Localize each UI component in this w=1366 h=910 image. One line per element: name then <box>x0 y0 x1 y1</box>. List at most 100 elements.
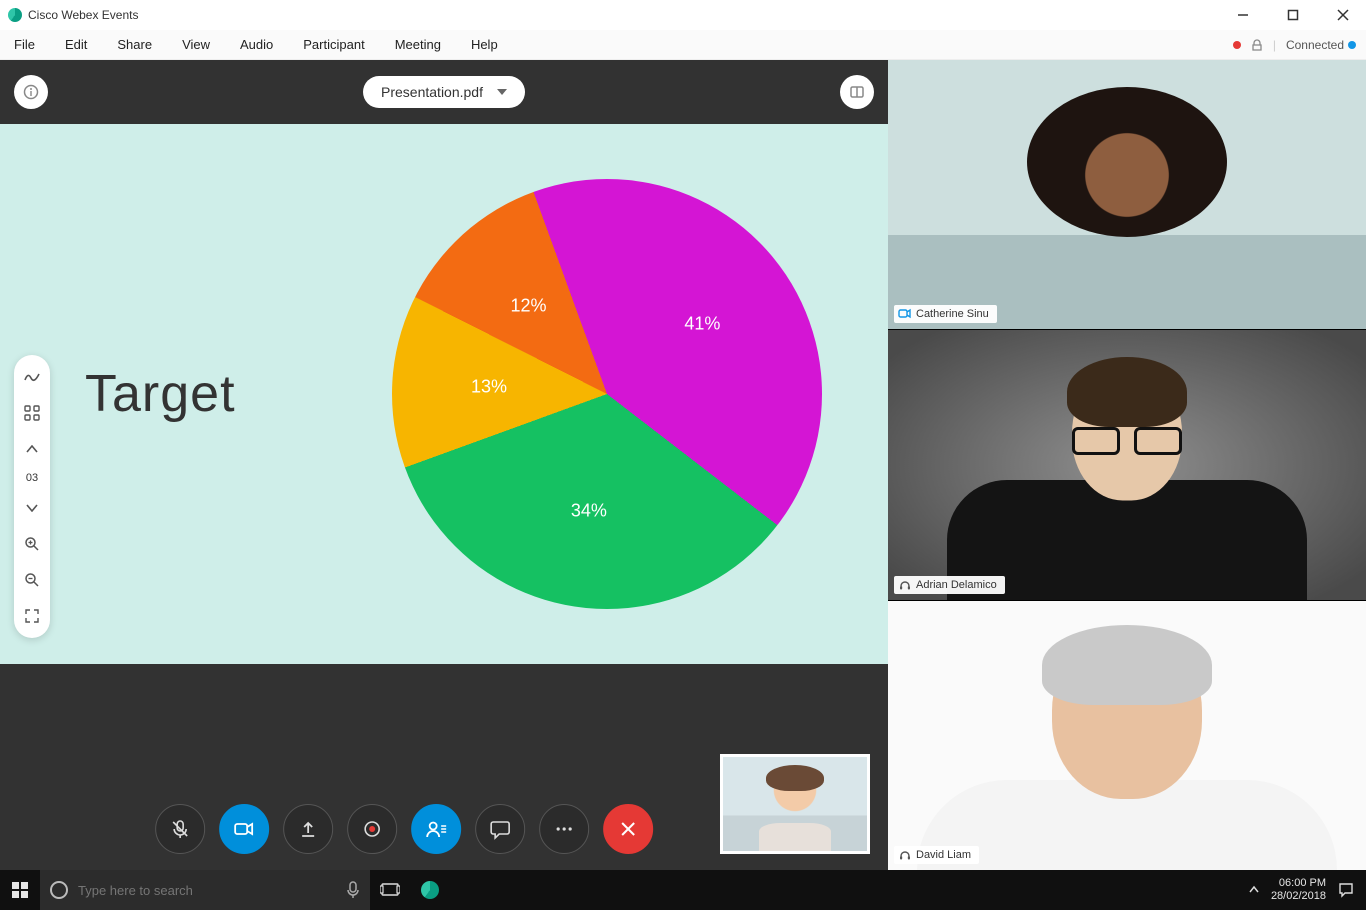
taskbar-search-input[interactable] <box>78 883 336 898</box>
thumbnails-button[interactable] <box>20 401 44 425</box>
document-name: Presentation.pdf <box>381 84 483 100</box>
chevron-down-icon <box>26 504 38 512</box>
layout-button[interactable] <box>840 75 874 109</box>
menu-share[interactable]: Share <box>113 34 156 55</box>
slide-title: Target <box>85 364 236 424</box>
menubar: File Edit Share View Audio Participant M… <box>0 30 1366 60</box>
taskbar-search[interactable] <box>40 870 370 910</box>
pie-slice-label: 12% <box>510 295 546 316</box>
taskbar-clock[interactable]: 06:00 PM 28/02/2018 <box>1271 877 1326 903</box>
start-button[interactable] <box>0 870 40 910</box>
headset-icon <box>898 848 912 862</box>
more-icon <box>554 819 574 839</box>
windows-icon <box>12 882 28 898</box>
microphone-muted-icon <box>169 818 191 840</box>
mute-button[interactable] <box>155 804 205 854</box>
chat-button[interactable] <box>475 804 525 854</box>
microphone-icon[interactable] <box>346 881 360 899</box>
participant-name: David Liam <box>916 849 971 861</box>
separator: | <box>1273 38 1276 52</box>
participant-name-badge: David Liam <box>894 846 979 864</box>
taskbar-time: 06:00 PM <box>1271 877 1326 890</box>
chat-icon <box>489 818 511 840</box>
pie-slice-label: 13% <box>471 376 507 397</box>
share-button[interactable] <box>283 804 333 854</box>
taskbar-app-webex[interactable] <box>410 870 450 910</box>
menu-audio[interactable]: Audio <box>236 34 277 55</box>
connection-status-label: Connected <box>1286 38 1344 52</box>
menu-view[interactable]: View <box>178 34 214 55</box>
people-icon <box>424 819 448 839</box>
participant-name: Adrian Delamico <box>916 579 997 591</box>
participant-name: Catherine Sinu <box>916 308 989 320</box>
grid-icon <box>24 405 40 421</box>
annotate-pen-button[interactable] <box>20 365 44 389</box>
menu-meeting[interactable]: Meeting <box>391 34 445 55</box>
presentation-slide: Target 41% 34% 13% 12% <box>0 124 888 664</box>
participant-name-badge: Adrian Delamico <box>894 576 1005 594</box>
chevron-up-icon <box>26 445 38 453</box>
upload-icon <box>298 819 318 839</box>
self-view-thumbnail[interactable] <box>720 754 870 854</box>
layout-icon <box>849 84 865 100</box>
taskbar-date: 28/02/2018 <box>1271 890 1326 903</box>
headset-icon <box>898 578 912 592</box>
presentation-stage: Presentation.pdf 03 Target 41% 34% 13% 12% <box>0 60 888 870</box>
record-button[interactable] <box>347 804 397 854</box>
connection-status: Connected <box>1286 38 1356 52</box>
pie-chart: 41% 34% 13% 12% <box>392 179 822 609</box>
task-view-button[interactable] <box>370 870 410 910</box>
window-close-button[interactable] <box>1328 0 1358 30</box>
record-icon <box>362 819 382 839</box>
info-icon <box>23 84 39 100</box>
lock-icon <box>1251 39 1263 51</box>
call-controls <box>155 804 653 854</box>
webex-app-icon <box>421 881 439 899</box>
prev-page-button[interactable] <box>20 437 44 461</box>
action-center-icon[interactable] <box>1338 882 1354 898</box>
menu-help[interactable]: Help <box>467 34 502 55</box>
window-maximize-button[interactable] <box>1278 0 1308 30</box>
more-options-button[interactable] <box>539 804 589 854</box>
windows-taskbar: 06:00 PM 28/02/2018 <box>0 870 1366 910</box>
menu-file[interactable]: File <box>10 34 39 55</box>
fullscreen-button[interactable] <box>20 604 44 628</box>
zoom-out-button[interactable] <box>20 568 44 592</box>
participant-tile[interactable]: David Liam <box>888 601 1366 870</box>
window-titlebar: Cisco Webex Events <box>0 0 1366 30</box>
window-minimize-button[interactable] <box>1228 0 1258 30</box>
task-view-icon <box>380 882 400 898</box>
page-number: 03 <box>26 473 38 484</box>
close-icon <box>619 820 637 838</box>
camera-icon <box>232 818 256 840</box>
expand-icon <box>25 609 39 623</box>
pie-slice-label: 41% <box>684 314 720 335</box>
participant-name-badge: Catherine Sinu <box>894 305 997 323</box>
document-selector[interactable]: Presentation.pdf <box>363 76 525 108</box>
end-call-button[interactable] <box>603 804 653 854</box>
participants-button[interactable] <box>411 804 461 854</box>
info-button[interactable] <box>14 75 48 109</box>
camera-indicator-icon <box>898 307 912 321</box>
zoom-out-icon <box>24 572 40 588</box>
menu-participant[interactable]: Participant <box>299 34 368 55</box>
menu-edit[interactable]: Edit <box>61 34 91 55</box>
zoom-in-button[interactable] <box>20 532 44 556</box>
participants-panel: Catherine Sinu Adrian Delamico David Lia… <box>888 60 1366 870</box>
video-button[interactable] <box>219 804 269 854</box>
recording-indicator-icon <box>1233 41 1241 49</box>
squiggle-icon <box>23 368 41 386</box>
annotation-toolbar: 03 <box>14 355 50 638</box>
window-title: Cisco Webex Events <box>28 8 139 22</box>
self-avatar <box>723 757 867 851</box>
cortana-icon <box>50 881 68 899</box>
tray-chevron-up-icon[interactable] <box>1249 885 1259 895</box>
webex-logo-icon <box>8 8 22 22</box>
chevron-down-icon <box>497 89 507 95</box>
pie-slice-label: 34% <box>571 500 607 521</box>
connected-dot-icon <box>1348 41 1356 49</box>
zoom-in-icon <box>24 536 40 552</box>
next-page-button[interactable] <box>20 496 44 520</box>
participant-tile[interactable]: Adrian Delamico <box>888 330 1366 600</box>
participant-tile[interactable]: Catherine Sinu <box>888 60 1366 330</box>
